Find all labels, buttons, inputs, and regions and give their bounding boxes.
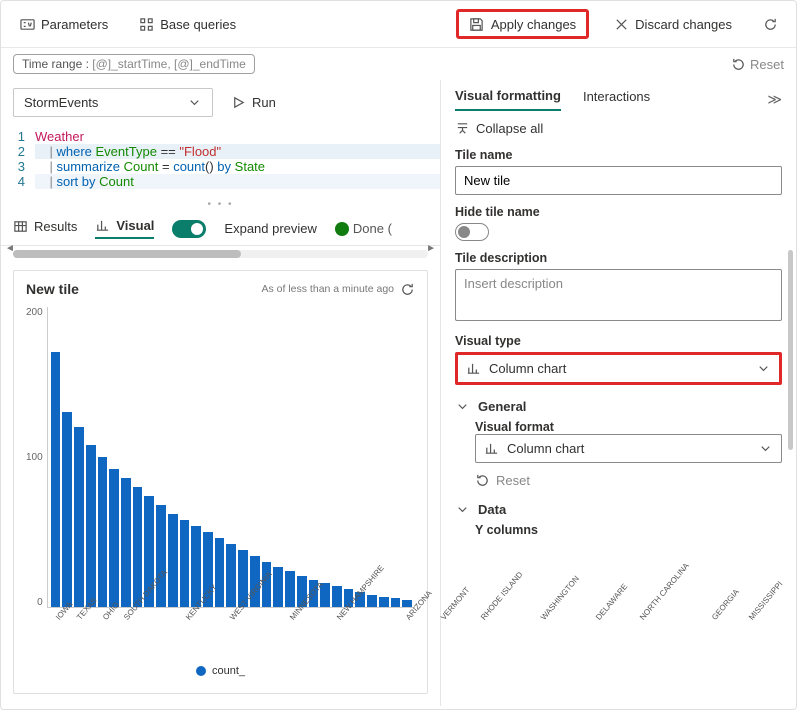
right-tabs: Visual formatting Interactions ≫ [441, 80, 796, 111]
visual-type-label: Visual type [455, 334, 782, 348]
refresh-button[interactable] [756, 12, 784, 36]
collapse-all-label: Collapse all [476, 121, 543, 136]
tile-name-label: Tile name [455, 148, 782, 162]
chart-icon [95, 218, 110, 233]
horizontal-scrollbar[interactable] [13, 250, 428, 258]
section-data[interactable]: Data [455, 502, 782, 517]
base-queries-icon [138, 16, 154, 32]
datasource-dropdown[interactable]: StormEvents [13, 88, 213, 117]
tile-title: New tile [26, 281, 79, 297]
tile-description-input[interactable] [455, 269, 782, 321]
hide-tile-name-toggle[interactable] [455, 223, 489, 241]
collapse-icon [455, 121, 470, 136]
hide-tile-name-label: Hide tile name [455, 205, 782, 219]
expand-preview-label: Expand preview [224, 221, 317, 236]
run-label: Run [252, 95, 276, 110]
right-panel: Visual formatting Interactions ≫ Collaps… [441, 80, 796, 706]
scroll-right-icon[interactable]: ► [426, 243, 436, 254]
status-label: Done ( [353, 221, 392, 236]
collapse-all-button[interactable]: Collapse all [455, 121, 782, 136]
column-chart-icon [484, 441, 499, 456]
tab-results-label: Results [34, 219, 77, 234]
expand-preview-toggle[interactable] [172, 220, 206, 238]
legend-dot-icon [196, 666, 206, 676]
tab-interactions[interactable]: Interactions [583, 89, 650, 110]
results-tabs: Results Visual Expand preview Done ( [1, 212, 440, 246]
status-done: Done ( [335, 221, 392, 236]
chart-bars [48, 307, 415, 607]
run-button[interactable]: Run [225, 91, 282, 114]
tile-name-input[interactable] [455, 166, 782, 195]
tab-visual-label: Visual [116, 218, 154, 233]
chart-card: New tile As of less than a minute ago 20… [13, 270, 428, 694]
reset-label: Reset [750, 57, 784, 72]
parameters-button[interactable]: Parameters [13, 12, 114, 36]
refresh-icon [762, 16, 778, 32]
timerange-pill[interactable]: Time range : [@]_startTime, [@]_endTime [13, 54, 255, 74]
timerange-prefix: Time range : [22, 57, 92, 71]
chart-legend: count_ [26, 617, 415, 683]
section-data-label: Data [478, 502, 506, 517]
apply-changes-label: Apply changes [491, 17, 576, 32]
visual-format-select[interactable]: Column chart [475, 434, 782, 463]
chevron-down-icon [455, 502, 470, 517]
tab-results[interactable]: Results [13, 219, 77, 238]
expand-panel-icon[interactable]: ≫ [767, 91, 782, 108]
visual-type-select[interactable]: Column chart [455, 352, 782, 385]
y-columns-label: Y columns [475, 523, 782, 537]
base-queries-button[interactable]: Base queries [132, 12, 242, 36]
play-icon [231, 95, 246, 110]
column-chart-icon [466, 361, 481, 376]
save-icon [469, 16, 485, 32]
discard-changes-label: Discard changes [635, 17, 732, 32]
section-general[interactable]: General [455, 399, 782, 414]
chart-xaxis: IOWATEXASOHIOSOUTH DAKOTAKENTUCKYWEST VI… [26, 608, 415, 617]
refresh-tile-icon[interactable] [400, 282, 415, 297]
section-general-label: General [478, 399, 526, 414]
close-icon [613, 16, 629, 32]
resize-handle[interactable]: • • • [1, 197, 440, 212]
tile-description-label: Tile description [455, 251, 782, 265]
left-panel: StormEvents Run 1Weather2 | where EventT… [1, 80, 441, 706]
apply-changes-button[interactable]: Apply changes [456, 9, 589, 39]
timerange-row: Time range : [@]_startTime, [@]_endTime … [1, 48, 796, 80]
reset-visual-format[interactable]: Reset [475, 473, 782, 488]
reset-button[interactable]: Reset [730, 56, 784, 72]
visual-format-value: Column chart [507, 441, 584, 456]
chevron-down-icon [756, 361, 771, 376]
tab-visual-formatting[interactable]: Visual formatting [455, 88, 561, 111]
base-queries-label: Base queries [160, 17, 236, 32]
chevron-down-icon [187, 95, 202, 110]
visual-format-label: Visual format [475, 420, 782, 434]
reset-visual-label: Reset [496, 473, 530, 488]
tile-asof: As of less than a minute ago [262, 283, 395, 295]
undo-icon [475, 473, 490, 488]
legend-label: count_ [212, 665, 245, 677]
chart-yaxis: 2001000 [26, 307, 47, 608]
table-icon [13, 219, 28, 234]
scrollbar-thumb[interactable] [13, 250, 241, 258]
tab-visual[interactable]: Visual [95, 218, 154, 239]
chevron-down-icon [455, 399, 470, 414]
undo-icon [730, 56, 746, 72]
top-toolbar: Parameters Base queries Apply changes Di… [1, 1, 796, 48]
parameters-label: Parameters [41, 17, 108, 32]
datasource-value: StormEvents [24, 95, 98, 110]
query-editor[interactable]: 1Weather2 | where EventType == "Flood"3 … [1, 125, 440, 197]
chevron-down-icon [758, 441, 773, 456]
check-icon [335, 222, 349, 236]
parameters-icon [19, 16, 35, 32]
discard-changes-button[interactable]: Discard changes [607, 12, 738, 36]
timerange-value: [@]_startTime, [@]_endTime [92, 57, 246, 71]
visual-type-value: Column chart [489, 361, 566, 376]
right-scrollbar[interactable] [788, 250, 793, 450]
